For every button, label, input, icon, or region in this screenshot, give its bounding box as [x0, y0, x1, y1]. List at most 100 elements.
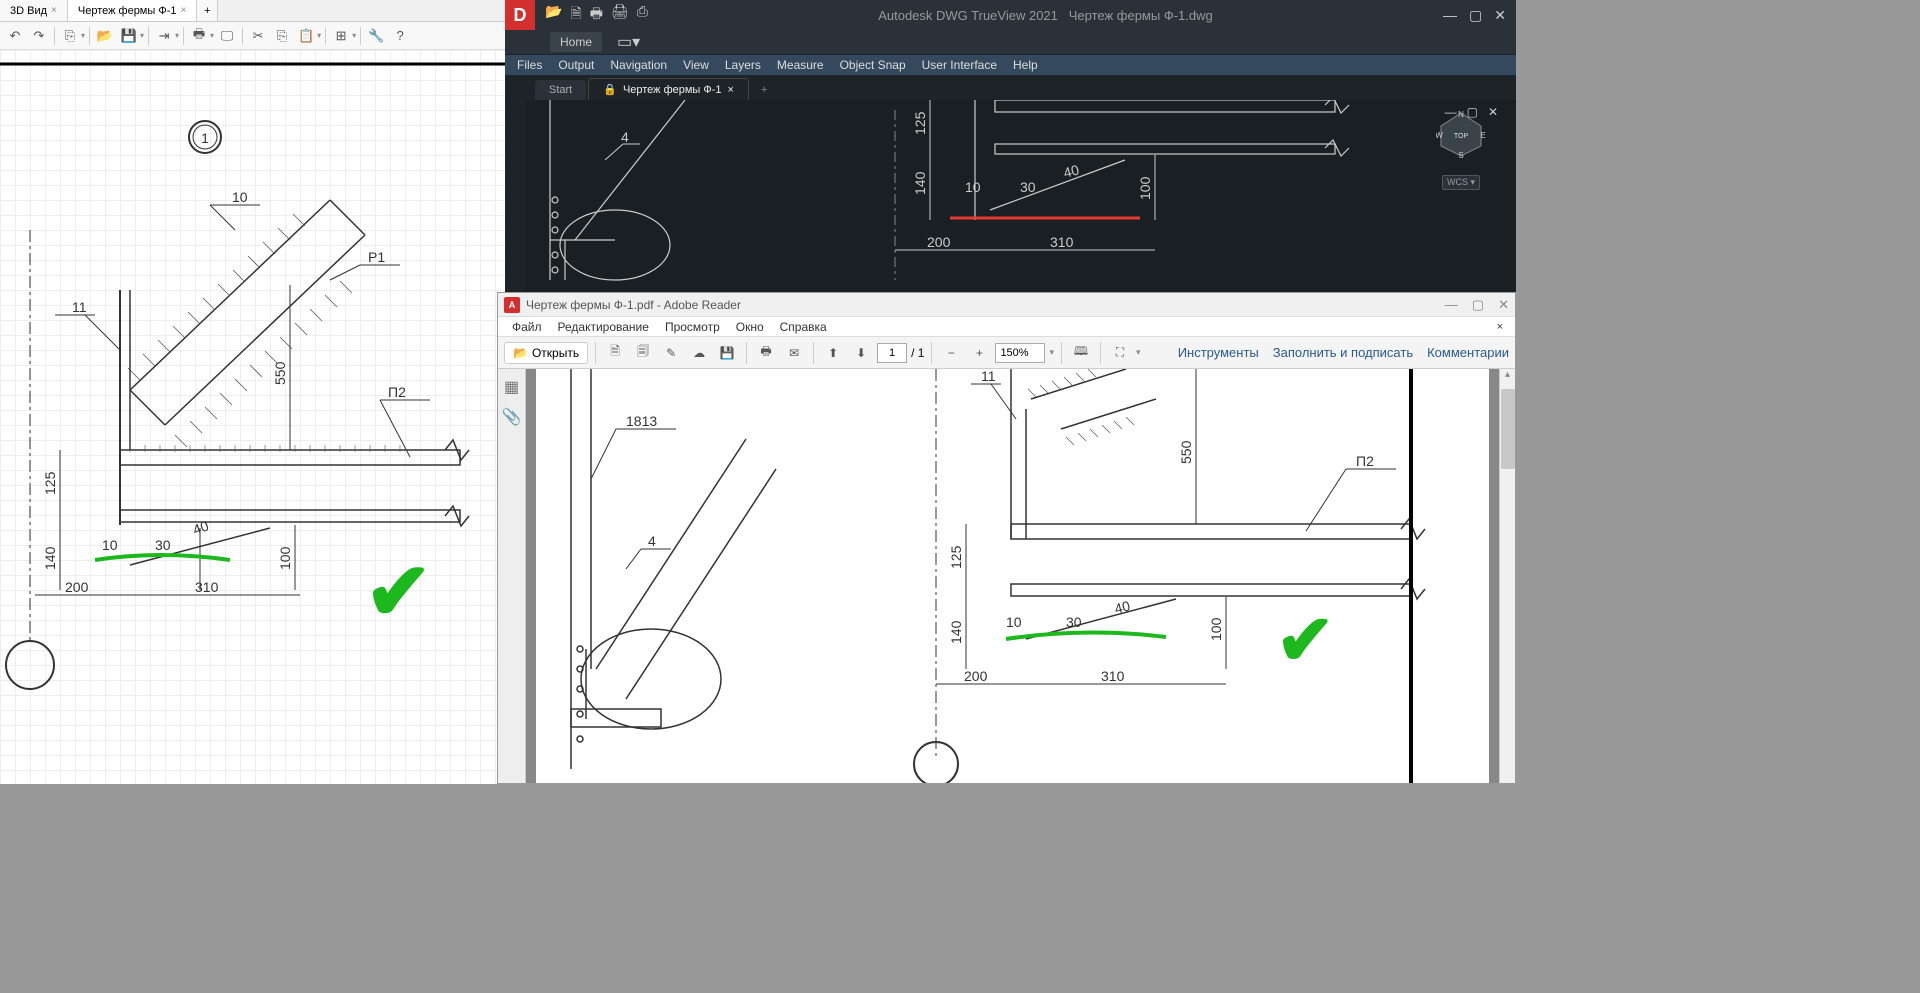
- tab-drawing[interactable]: Чертеж фермы Ф-1×: [68, 0, 197, 21]
- zoom-out-icon[interactable]: −: [939, 341, 963, 365]
- undo-icon[interactable]: ↶: [4, 25, 26, 47]
- page-total: / 1: [911, 346, 924, 360]
- plot-icon[interactable]: 🖨: [611, 3, 629, 27]
- menu-file[interactable]: Файл: [504, 320, 550, 334]
- menu-osnap[interactable]: Object Snap: [832, 58, 914, 72]
- maximize-icon[interactable]: ▢: [1469, 7, 1482, 24]
- tools-link[interactable]: Инструменты: [1178, 345, 1259, 360]
- save-icon[interactable]: 💾: [715, 341, 739, 365]
- preview-icon[interactable]: 🖵: [216, 25, 238, 47]
- paste-icon[interactable]: 📋: [295, 25, 317, 47]
- minimize-icon[interactable]: —: [1443, 7, 1457, 24]
- svg-text:1: 1: [201, 130, 209, 146]
- menu-edit[interactable]: Редактирование: [550, 320, 657, 334]
- save-icon[interactable]: 🗎: [570, 3, 581, 27]
- open-button[interactable]: 📂Открыть: [504, 342, 588, 364]
- menu-help[interactable]: Help: [1005, 58, 1046, 72]
- panel-icon[interactable]: ▭▾: [617, 32, 640, 52]
- left-drawing-canvas[interactable]: 1: [0, 50, 505, 784]
- svg-text:4: 4: [648, 533, 656, 549]
- fullscreen-icon[interactable]: ⛶: [1108, 341, 1132, 365]
- maximize-icon[interactable]: ▢: [1472, 297, 1484, 313]
- menu-navigation[interactable]: Navigation: [602, 58, 675, 72]
- reader-canvas[interactable]: 4 1813: [526, 369, 1499, 783]
- doctab-add-button[interactable]: +: [751, 80, 777, 100]
- menu-window[interactable]: Окно: [728, 320, 772, 334]
- email-icon[interactable]: ✉: [782, 341, 806, 365]
- doctab-drawing[interactable]: 🔒Чертеж фермы Ф-1×: [588, 78, 749, 100]
- scrollbar[interactable]: ▴: [1499, 369, 1515, 783]
- close-icon[interactable]: ✕: [1494, 7, 1506, 24]
- export-icon[interactable]: ⇥: [153, 25, 175, 47]
- prev-page-icon[interactable]: ⬆: [821, 341, 845, 365]
- trueview-canvas[interactable]: 4 125 140 100 10 30 40 200 310: [525, 100, 1516, 292]
- close-icon[interactable]: ×: [728, 84, 734, 96]
- menu-output[interactable]: Output: [550, 58, 602, 72]
- redo-icon[interactable]: ↷: [28, 25, 50, 47]
- svg-text:40: 40: [1113, 597, 1132, 617]
- svg-text:10: 10: [965, 179, 981, 195]
- close-icon[interactable]: ×: [180, 5, 186, 16]
- menu-files[interactable]: Files: [509, 58, 550, 72]
- next-page-icon[interactable]: ⬇: [849, 341, 873, 365]
- find-icon[interactable]: ⊞: [330, 25, 352, 47]
- close-icon[interactable]: ×: [51, 5, 57, 16]
- svg-text:310: 310: [195, 579, 219, 595]
- svg-text:30: 30: [155, 537, 171, 553]
- tab-label: 3D Вид: [10, 5, 47, 17]
- wrench-icon[interactable]: 🔧: [365, 25, 387, 47]
- ribbon-tab-home[interactable]: Home: [550, 32, 602, 52]
- doctab-start[interactable]: Start: [535, 80, 586, 100]
- menu-measure[interactable]: Measure: [769, 58, 832, 72]
- checkmark-icon: ✔: [1276, 599, 1335, 681]
- cut-icon[interactable]: ✂: [247, 25, 269, 47]
- attachment-icon[interactable]: 📎: [502, 407, 522, 427]
- minimize-icon[interactable]: —: [1445, 297, 1458, 313]
- tab-3d-view[interactable]: 3D Вид ×: [0, 0, 68, 21]
- print-icon[interactable]: 🖶: [188, 25, 210, 47]
- close-icon[interactable]: ✕: [1498, 297, 1509, 313]
- svg-text:140: 140: [912, 171, 928, 195]
- svg-text:550: 550: [272, 361, 288, 385]
- svg-text:W: W: [1436, 131, 1443, 140]
- copy2-icon[interactable]: ⎘: [271, 25, 293, 47]
- sign-icon[interactable]: ✎: [659, 341, 683, 365]
- open-icon[interactable]: 📂: [94, 25, 116, 47]
- scrollbar-thumb[interactable]: [1501, 389, 1515, 469]
- thumbnails-icon[interactable]: ▦: [504, 377, 519, 397]
- svg-text:10: 10: [1006, 614, 1022, 630]
- page-number-input[interactable]: [877, 343, 907, 363]
- svg-text:550: 550: [1178, 440, 1194, 464]
- close-icon[interactable]: ✕: [1488, 105, 1498, 119]
- create-pdf-icon[interactable]: 🗎: [603, 341, 627, 365]
- copy-icon[interactable]: ⎘: [59, 25, 81, 47]
- fill-sign-link[interactable]: Заполнить и подписать: [1273, 345, 1413, 360]
- open-icon[interactable]: 📂: [545, 3, 562, 27]
- menu-close-icon[interactable]: ×: [1491, 321, 1509, 333]
- zoom-input[interactable]: [995, 343, 1045, 363]
- save-icon[interactable]: 💾: [118, 25, 140, 47]
- read-mode-icon[interactable]: 🕮: [1069, 341, 1093, 365]
- menu-view[interactable]: Просмотр: [657, 320, 728, 334]
- comments-link[interactable]: Комментарии: [1427, 345, 1509, 360]
- pdf-page: 4 1813: [536, 369, 1489, 783]
- menu-view[interactable]: View: [675, 58, 717, 72]
- app-logo-icon[interactable]: D: [505, 0, 535, 30]
- help-icon[interactable]: ?: [389, 25, 411, 47]
- pdf-icon: A: [504, 297, 520, 313]
- menu-help[interactable]: Справка: [772, 320, 835, 334]
- menu-ui[interactable]: User Interface: [914, 58, 1005, 72]
- convert-icon[interactable]: 🗐: [631, 341, 655, 365]
- print-icon[interactable]: 🖶: [590, 3, 603, 27]
- tab-add-button[interactable]: +: [197, 0, 218, 21]
- cloud-icon[interactable]: ☁: [687, 341, 711, 365]
- restore-icon[interactable]: ▢: [1467, 105, 1478, 119]
- zoom-in-icon[interactable]: +: [967, 341, 991, 365]
- menu-layers[interactable]: Layers: [717, 58, 769, 72]
- svg-text:310: 310: [1050, 234, 1074, 250]
- minimize-icon[interactable]: —: [1445, 105, 1457, 119]
- publish-icon[interactable]: ⎙: [637, 3, 648, 27]
- print-icon[interactable]: 🖶: [754, 341, 778, 365]
- wcs-badge[interactable]: WCS ▾: [1442, 175, 1480, 190]
- svg-text:140: 140: [42, 546, 58, 570]
